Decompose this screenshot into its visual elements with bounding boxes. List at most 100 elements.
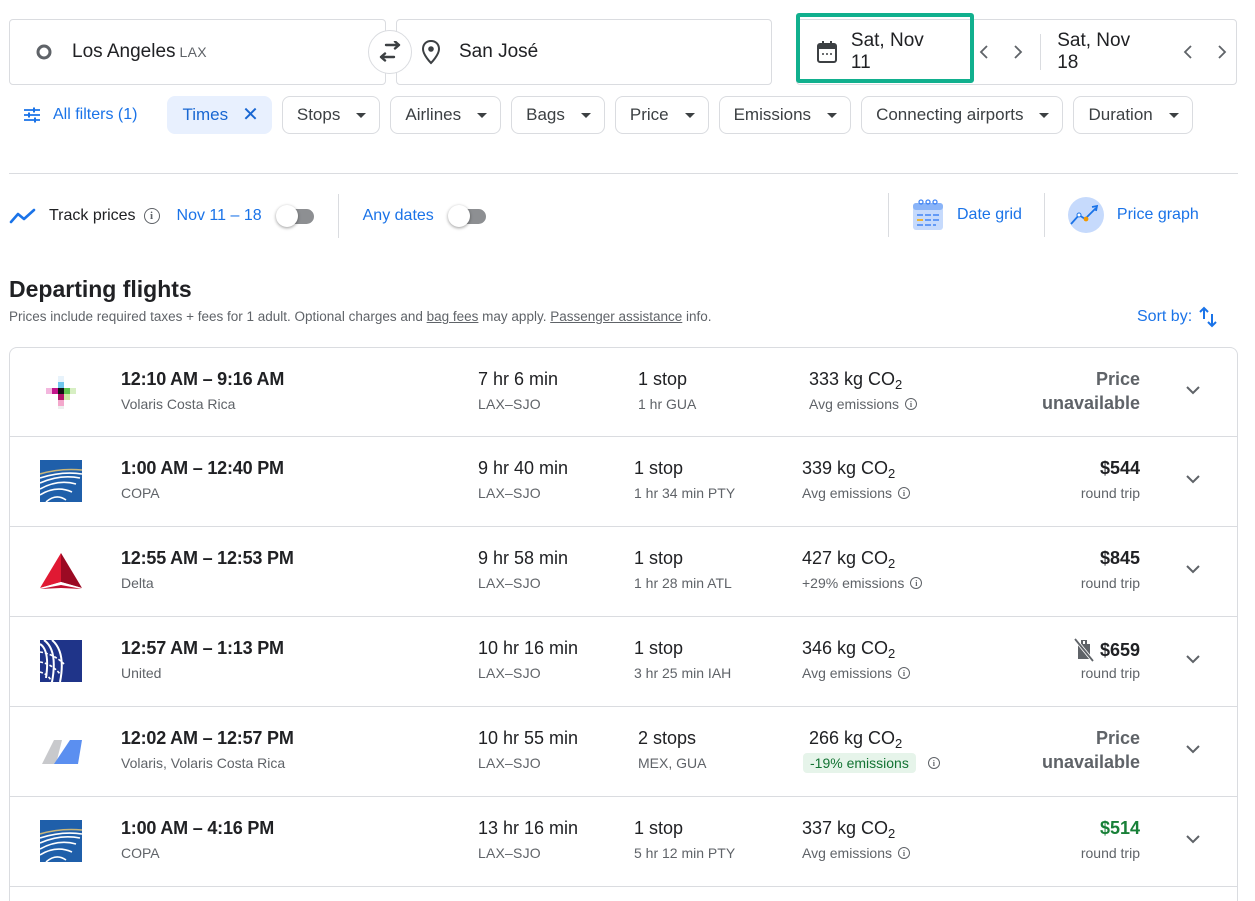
flight-route: LAX–SJO (478, 485, 541, 501)
track-prices-row: Track prices i Nov 11 – 18 Any dates (9, 194, 488, 238)
volaris-logo (42, 740, 82, 764)
track-prices-toggle[interactable] (275, 205, 316, 227)
depart-date-button[interactable]: Sat, Nov 11 (797, 20, 948, 84)
flight-row[interactable]: 1:00 AM – 12:40 PM COPA 9 hr 40 min LAX–… (10, 437, 1237, 527)
all-filters-button[interactable]: All filters (1) (9, 96, 149, 134)
price-value: $845 (1099, 548, 1140, 568)
sort-by-button[interactable]: Sort by: (1137, 305, 1218, 329)
price-type: round trip (1080, 485, 1140, 501)
return-prev-button[interactable] (1174, 38, 1202, 66)
depart-date: Sat, Nov 11 (850, 30, 924, 73)
swap-button[interactable] (368, 30, 412, 74)
stop-detail: 3 hr 25 min IAH (634, 665, 732, 681)
emissions-text: Avg emissions (802, 845, 893, 861)
stop-count: 2 stops (638, 728, 697, 748)
emissions-note: -19% emissions i (803, 753, 940, 773)
any-dates-toggle[interactable] (447, 205, 488, 227)
filter-chip-duration[interactable]: Duration (1073, 96, 1193, 134)
flight-row[interactable]: 12:02 AM – 12:57 PM Volaris, Volaris Cos… (10, 707, 1237, 797)
trending-icon (9, 208, 36, 224)
co2-value: 346 kg CO2 (802, 638, 895, 661)
expand-button[interactable] (1181, 737, 1205, 761)
flight-row-partial (10, 887, 1237, 901)
co2-value: 427 kg CO2 (802, 548, 895, 571)
date-grid-label: Date grid (957, 206, 1022, 223)
expand-button[interactable] (1181, 378, 1205, 402)
info-icon[interactable]: i (143, 208, 160, 224)
price-note: Prices include required taxes + fees for… (9, 309, 712, 324)
filter-chip-connecting-airports[interactable]: Connecting airports (861, 96, 1064, 134)
filter-chip-times[interactable]: Times ✕ (167, 96, 272, 134)
any-dates-label: Any dates (362, 207, 434, 224)
return-next-button[interactable] (1208, 38, 1236, 66)
caret-down-icon (477, 112, 488, 118)
info-icon[interactable]: i (898, 847, 911, 859)
return-date-button[interactable]: Sat, Nov 18 (1057, 20, 1156, 84)
close-icon[interactable]: ✕ (242, 105, 259, 125)
filter-chip-bags[interactable]: Bags (511, 96, 605, 134)
co2-text: 339 kg CO (802, 458, 889, 478)
price-note-text: info. (682, 309, 712, 324)
airline-name: COPA (121, 485, 160, 501)
flight-row[interactable]: 1:00 AM – 4:16 PM COPA 13 hr 16 min LAX–… (10, 797, 1237, 887)
chevron-down-icon (1186, 745, 1200, 754)
emissions-text: +29% emissions (802, 575, 905, 591)
bag-fees-link[interactable]: bag fees (427, 309, 479, 324)
location-pin-icon (419, 39, 443, 65)
info-icon[interactable]: i (905, 398, 918, 410)
chevron-left-icon (980, 45, 988, 59)
filter-bar: All filters (1) Times ✕ Stops Airlines B… (9, 96, 1237, 134)
divider (9, 173, 1238, 174)
price-graph-label: Price graph (1116, 206, 1199, 223)
depart-prev-button[interactable] (970, 38, 998, 66)
sort-icon (1199, 306, 1217, 328)
flight-times: 12:10 AM – 9:16 AM (121, 369, 285, 389)
date-grid-button[interactable]: Date grid (889, 198, 1044, 232)
info-icon[interactable]: i (927, 757, 940, 769)
filter-chip-emissions[interactable]: Emissions (718, 96, 852, 134)
caret-down-icon (580, 112, 591, 118)
destination-city: San José (459, 41, 539, 62)
flight-results-list: 12:10 AM – 9:16 AM Volaris Costa Rica 7 … (9, 347, 1238, 901)
no-carry-on-bag-icon[interactable] (1073, 638, 1094, 662)
expand-button[interactable] (1181, 827, 1205, 851)
expand-button[interactable] (1181, 647, 1205, 671)
flight-row[interactable]: 12:55 AM – 12:53 PM Delta 9 hr 58 min LA… (10, 527, 1237, 617)
info-icon[interactable]: i (898, 667, 911, 679)
track-dates: Nov 11 – 18 (176, 207, 262, 224)
co2-subscript: 2 (888, 646, 896, 661)
price-value: $659 (1099, 639, 1140, 660)
emissions-note: Avg emissions i (802, 485, 911, 501)
stop-detail: 1 hr 34 min PTY (634, 485, 736, 501)
expand-button[interactable] (1181, 557, 1205, 581)
price-graph-button[interactable]: Price graph (1045, 196, 1221, 234)
divider (337, 194, 339, 238)
filter-chip-price[interactable]: Price (614, 96, 709, 134)
info-icon[interactable]: i (910, 577, 923, 589)
filter-chip-stops[interactable]: Stops (281, 96, 381, 134)
sort-by-label: Sort by: (1137, 308, 1193, 325)
flight-row[interactable]: 12:10 AM – 9:16 AM Volaris Costa Rica 7 … (10, 348, 1237, 437)
co2-subscript: 2 (895, 736, 903, 751)
chevron-down-icon (1186, 835, 1200, 844)
airline-name: Volaris Costa Rica (121, 396, 236, 412)
filter-chip-label: Stops (296, 105, 341, 124)
price-note-text: may apply. (478, 309, 551, 324)
expand-button[interactable] (1181, 467, 1205, 491)
depart-next-button[interactable] (1004, 38, 1032, 66)
airline-name: Volaris, Volaris Costa Rica (121, 755, 286, 771)
passenger-assistance-link[interactable]: Passenger assistance (550, 309, 682, 324)
flight-row[interactable]: 12:57 AM – 1:13 PM United 10 hr 16 min L… (10, 617, 1237, 707)
price-value: $514 (1099, 818, 1140, 838)
destination-field[interactable]: San José (396, 19, 772, 85)
emissions-note: Avg emissions i (802, 845, 911, 861)
co2-value: 339 kg CO2 (802, 458, 895, 481)
origin-field[interactable]: Los Angeles LAX (9, 19, 386, 85)
price-type: round trip (1080, 845, 1140, 861)
stop-count: 1 stop (634, 818, 684, 838)
filter-chip-airlines[interactable]: Airlines (390, 96, 502, 134)
chevron-down-icon (1186, 386, 1200, 395)
co2-subscript: 2 (888, 466, 896, 481)
info-icon[interactable]: i (898, 487, 911, 499)
flight-route: LAX–SJO (478, 665, 541, 681)
